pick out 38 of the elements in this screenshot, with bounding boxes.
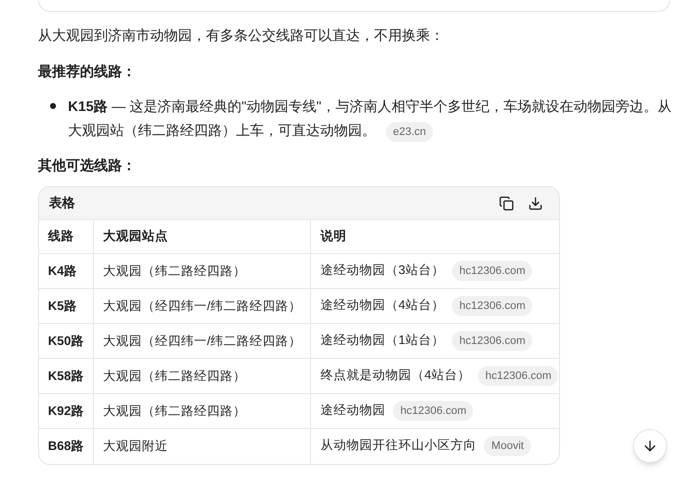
section-heading: 其他可选线路： (38, 156, 137, 175)
table-cell: 途经动物园（4站台） (320, 298, 444, 312)
table-cell: 途经动物园（1站台） (320, 333, 444, 347)
download-icon[interactable] (528, 196, 543, 210)
table-cell: K50路 (39, 324, 94, 358)
source-link[interactable]: Moovit (484, 436, 531, 456)
table-cell: 大观园（纬二路经四路） (93, 358, 311, 394)
table-cell: K92路 (39, 394, 94, 428)
bullet-icon (50, 103, 56, 109)
source-link[interactable]: e23.cn (386, 122, 434, 142)
table-cell: K58路 (39, 358, 94, 394)
source-link[interactable]: hc12306.com (452, 261, 532, 281)
table-cell: 大观园（经四纬一/纬二路经四路） (93, 288, 311, 324)
column-header: 大观园站点 (93, 220, 311, 254)
table-cell: 从动物园开往环山小区方向 (320, 438, 476, 452)
column-header: 说明 (310, 220, 559, 254)
source-link[interactable]: hc12306.com (478, 366, 558, 386)
table-cell: B68路 (39, 428, 94, 464)
intro-paragraph: 从大观园到济南市动物园，有多条公交线路可以直达，不用换乘： (38, 26, 445, 45)
section-heading: 最推荐的线路： (38, 62, 137, 81)
table-cell: 大观园（纬二路经四路） (93, 254, 311, 288)
table-cell: 大观园附近 (93, 428, 311, 464)
table-cell: 大观园（经四纬一/纬二路经四路） (93, 324, 311, 358)
table-cell: K4路 (39, 254, 94, 288)
copy-icon[interactable] (499, 196, 514, 210)
arrow-down-icon (642, 438, 658, 454)
source-link[interactable]: hc12306.com (452, 331, 532, 351)
column-header: 线路 (39, 220, 94, 254)
source-link[interactable]: hc12306.com (393, 401, 474, 421)
table-cell: K5路 (39, 288, 94, 324)
table-cell: 途经动物园 (320, 403, 386, 417)
source-link[interactable]: hc12306.com (452, 296, 532, 316)
table-title: 表格 (49, 194, 76, 212)
table-cell: 途经动物园（3站台） (320, 263, 444, 277)
list-item-text: K15路 — 这是济南最经典的"动物园专线"，与济南人相守半个多世纪，车场就设在动物园旁边。从大观园站（纬二路经四路）上车，可直达动物园。 e23.cn (68, 94, 672, 142)
scroll-down-button[interactable] (633, 429, 667, 463)
table-cell: 大观园（纬二路经四路） (93, 394, 311, 428)
table-cell: 终点就是动物园（4站台） (320, 368, 470, 382)
